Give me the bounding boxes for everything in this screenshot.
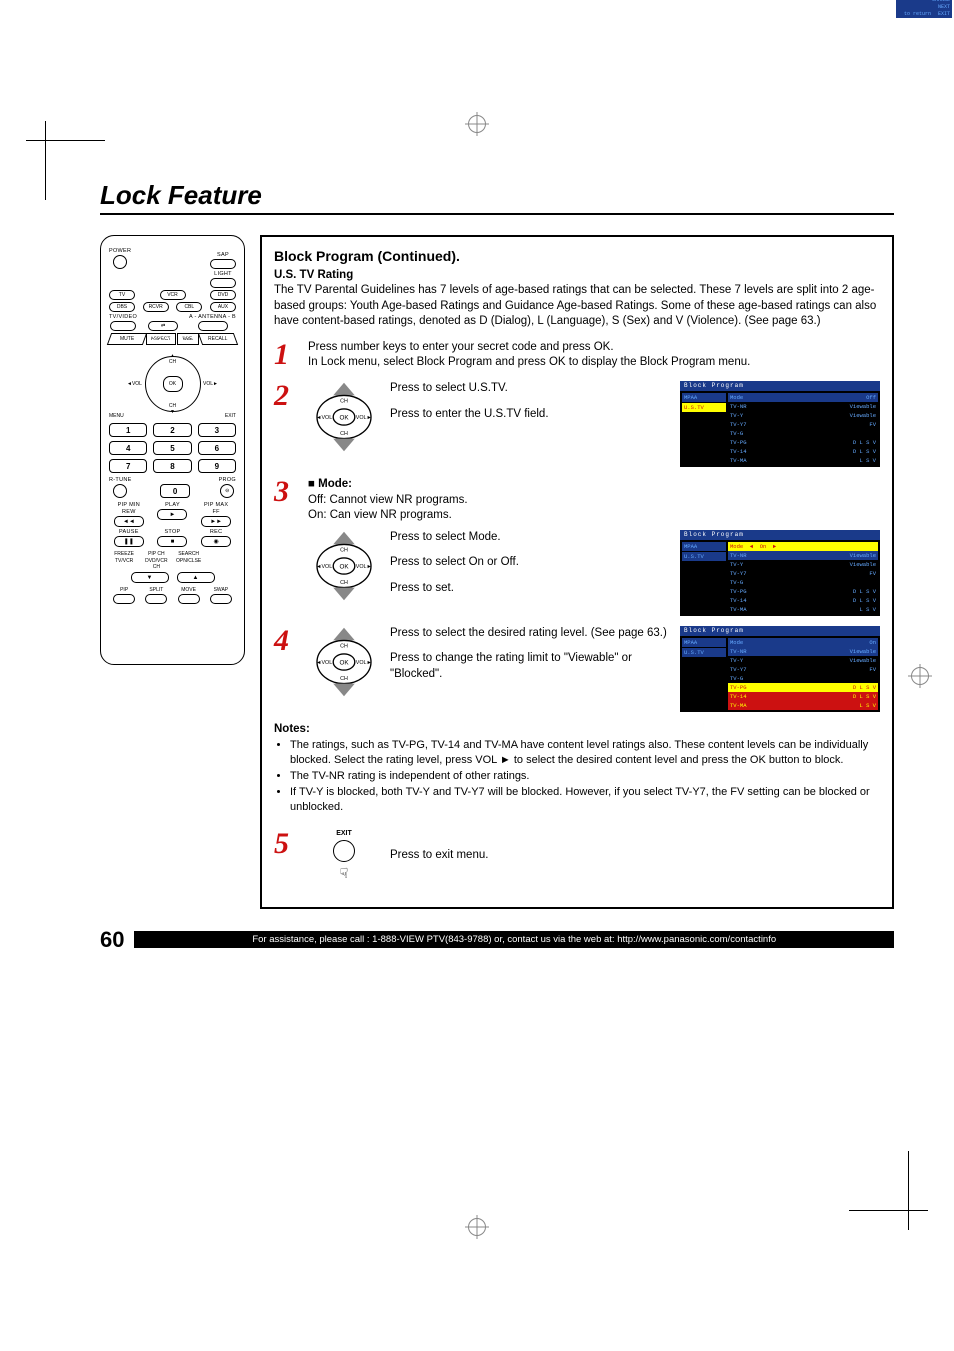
sub-heading: U.S. TV Rating [274,268,880,284]
mode-on: On: Can view NR programs. [308,508,880,524]
step-4: 4 OK CH CH ◄VOL VOL► [274,626,880,712]
nav-pad-icon: OK CH CH ◄VOL VOL► [308,530,380,608]
step-number: 1 [274,340,300,370]
step-1-line-1: Press number keys to enter your secret c… [308,340,880,356]
step-number: 4 [274,626,300,656]
step-number: 5 [274,829,300,859]
page-title: Lock Feature [100,180,894,211]
exit-button-icon: EXIT ☟ [308,829,380,883]
svg-text:CH: CH [340,643,348,649]
step-5: 5 EXIT ☟ Press to exit menu. [274,829,880,883]
step-4-instr-1: Press to select the desired rating level… [390,626,670,642]
svg-text:CH: CH [340,547,348,553]
step-2-instr-2: Press to enter the U.S.TV field. [390,407,670,423]
footer-bar: For assistance, please call : 1-888-VIEW… [134,931,894,948]
step-3-instr-2: Press to select On or Off. [390,555,670,571]
svg-text:◄VOL: ◄VOL [316,660,332,666]
section-heading: Block Program (Continued). [274,247,880,266]
svg-text:◄VOL: ◄VOL [316,415,332,421]
mode-off: Off: Cannot view NR programs. [308,493,880,509]
step-2-instr-1: Press to select U.S.TV. [390,381,670,397]
svg-text:CH: CH [340,580,348,586]
svg-text:OK: OK [339,415,349,422]
svg-text:CH: CH [340,399,348,405]
step-3-instr-1: Press to select Mode. [390,530,670,546]
remote-illustration: POWER SAP LIGHT TV VCR DVD DBS RCVR CBL … [100,235,245,665]
title-rule [100,213,894,215]
note-item: If TV-Y is blocked, both TV-Y and TV-Y7 … [290,785,880,815]
page-number: 60 [100,927,124,953]
notes-heading: Notes: [274,722,880,738]
intro-paragraph: The TV Parental Guidelines has 7 levels … [274,283,880,330]
step-number: 3 [274,477,300,507]
osd-screenshot-3: SELECTOK CHANGE NEXT to return EXIT Bloc… [680,626,880,712]
nav-pad-icon: OK CH CH ◄VOL VOL► [308,626,380,704]
svg-text:CH: CH [340,676,348,682]
svg-text:◄VOL: ◄VOL [316,563,332,569]
svg-text:CH: CH [340,431,348,437]
svg-text:OK: OK [339,659,349,666]
step-2: 2 OK CH CH ◄VOL VOL► [274,381,880,467]
mode-heading: ■ Mode: [308,477,880,493]
step-3: 3 ■ Mode: Off: Cannot view NR programs. … [274,477,880,616]
svg-text:VOL►: VOL► [356,563,372,569]
step-3-instr-3: Press to set. [390,581,670,597]
note-item: The ratings, such as TV-PG, TV-14 and TV… [290,738,880,768]
osd-screenshot-2: SELECTOK CHANGE NEXT to return EXIT Bloc… [680,530,880,616]
svg-text:OK: OK [339,563,349,570]
svg-text:VOL►: VOL► [356,415,372,421]
svg-text:VOL►: VOL► [356,660,372,666]
nav-pad-icon: OK CH CH ◄VOL VOL► [308,381,380,459]
step-number: 2 [274,381,300,411]
step-5-instr: Press to exit menu. [390,848,880,864]
step-1: 1 Press number keys to enter your secret… [274,340,880,371]
osd-screenshot-1: SELECTOK NEXT to return EXIT Block Progr… [680,381,880,467]
step-1-line-2: In Lock menu, select Block Program and p… [308,355,880,371]
notes-list: The ratings, such as TV-PG, TV-14 and TV… [274,738,880,814]
content-panel: Block Program (Continued). U.S. TV Ratin… [260,235,894,909]
note-item: The TV-NR rating is independent of other… [290,769,880,784]
step-4-instr-2: Press to change the rating limit to "Vie… [390,651,670,682]
